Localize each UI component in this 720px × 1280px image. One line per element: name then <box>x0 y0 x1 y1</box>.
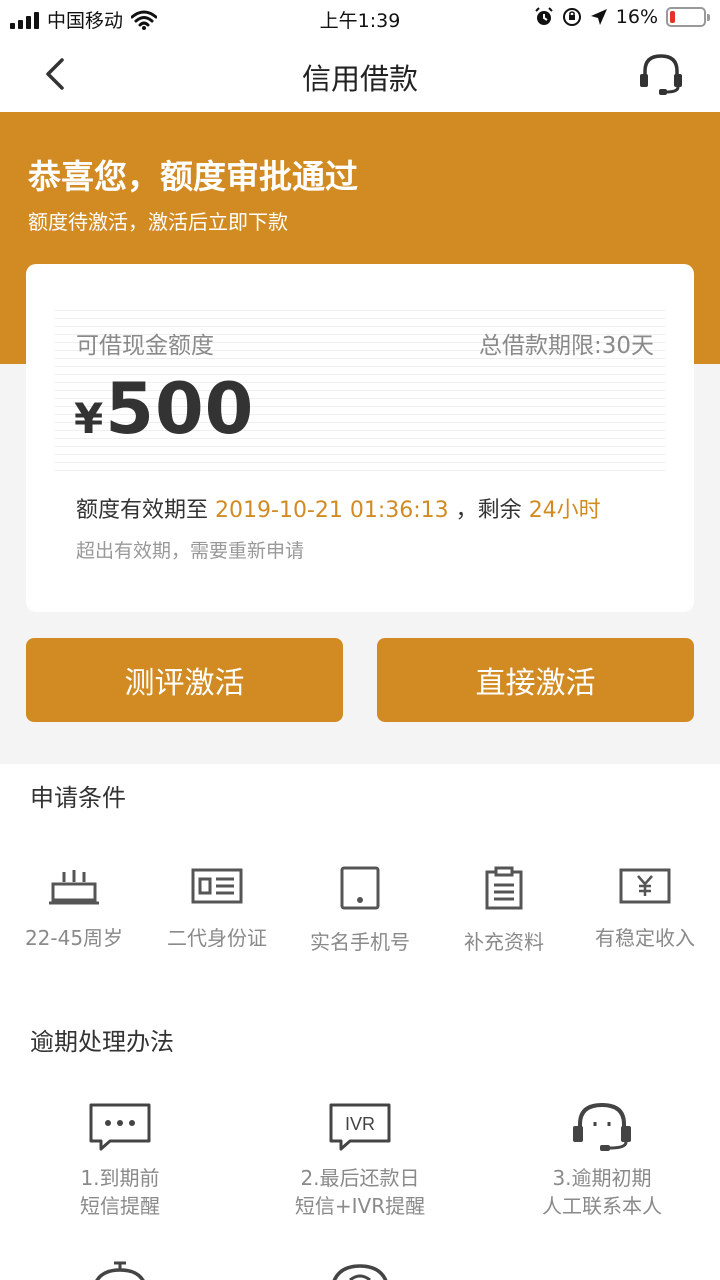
stopwatch-icon <box>95 1261 145 1280</box>
message-icon <box>89 1103 151 1151</box>
condition-label: 实名手机号 <box>310 930 410 954</box>
overdue-text: 1.到期前 短信提醒 <box>0 1164 240 1220</box>
cake-icon <box>49 870 99 905</box>
validity-date: 2019-10-21 01:36:13 <box>215 498 449 523</box>
overdue-line-1: 3.逾期初期 <box>552 1166 652 1190</box>
credit-card: 可借现金额度 总借款期限:30天 ¥ 500 额度有效期至 2019-10-21… <box>26 264 694 612</box>
overdue-line-2: 短信+IVR提醒 <box>294 1194 426 1218</box>
alarm-icon <box>535 7 553 25</box>
overdue-line-1: 1.到期前 <box>80 1166 160 1190</box>
location-icon <box>590 9 607 25</box>
condition-item: 二代身份证 <box>145 866 289 951</box>
overdue-list: 1.到期前 短信提醒 IVR 2.最后还款日 短信+IVR提醒 3.逾期初期 人… <box>0 1102 720 1222</box>
battery-percent: 16% <box>615 6 658 28</box>
validity-note: 超出有效期，需要重新申请 <box>76 540 305 562</box>
hero-title: 恭喜您，额度审批通过 <box>28 157 358 196</box>
conditions-list: 22-45周岁 二代身份证 实名手机号 补充资料 有稳定收入 <box>0 866 720 966</box>
overdue-list-continued <box>0 1256 720 1280</box>
loan-term: 总借款期限:30天 <box>478 333 654 359</box>
condition-label: 补充资料 <box>464 930 544 954</box>
battery-fill <box>670 11 676 23</box>
overdue-text: 3.逾期初期 人工联系本人 <box>482 1164 720 1220</box>
page: 中国移动 上午1:39 16% 信用借款 恭喜您，额度审批通过 额度待激活，激活… <box>0 0 720 1280</box>
validity-prefix: 额度有效期至 <box>76 498 209 523</box>
overdue-text: 2.最后还款日 短信+IVR提醒 <box>240 1164 480 1220</box>
page-title: 信用借款 <box>301 62 418 96</box>
overdue-title: 逾期处理办法 <box>30 1028 174 1056</box>
status-right: 16% <box>534 6 710 28</box>
rotation-lock-icon <box>562 8 581 26</box>
ivr-icon: IVR <box>329 1103 391 1151</box>
headset-icon <box>573 1102 631 1151</box>
condition-item: 有稳定收入 <box>573 866 717 951</box>
overdue-line-2: 短信提醒 <box>80 1194 160 1218</box>
validity-remaining: 24小时 <box>528 498 601 523</box>
amount-value: 500 <box>105 368 255 450</box>
blocked-icon <box>332 1264 388 1280</box>
overdue-item: 1.到期前 短信提醒 <box>0 1102 240 1220</box>
currency-symbol: ¥ <box>74 394 104 443</box>
hero-subtitle: 额度待激活，激活后立即下款 <box>28 210 288 234</box>
condition-item: 补充资料 <box>432 866 576 955</box>
credit-amount: ¥ 500 <box>74 368 254 450</box>
id-card-icon <box>191 868 243 904</box>
money-icon <box>619 868 671 904</box>
evaluate-activate-button[interactable]: 测评激活 <box>26 638 343 722</box>
ivr-icon-text: IVR <box>345 1114 375 1134</box>
condition-item: 实名手机号 <box>288 866 432 955</box>
overdue-item: 3.逾期初期 人工联系本人 <box>482 1102 720 1220</box>
direct-activate-button[interactable]: 直接激活 <box>377 638 694 722</box>
validity-mid: ，剩余 <box>455 498 522 523</box>
phone-icon <box>340 866 380 910</box>
nav-bar: 信用借款 <box>0 36 720 112</box>
headset-icon[interactable] <box>638 52 684 96</box>
status-bar: 中国移动 上午1:39 16% <box>0 0 720 36</box>
overdue-item: IVR 2.最后还款日 短信+IVR提醒 <box>240 1102 480 1220</box>
battery-icon <box>666 7 710 27</box>
condition-item: 22-45周岁 <box>2 866 146 951</box>
credit-label: 可借现金额度 <box>76 333 214 359</box>
condition-label: 二代身份证 <box>167 926 267 950</box>
overdue-line-2: 人工联系本人 <box>542 1194 662 1218</box>
clipboard-icon <box>485 866 523 910</box>
validity-text: 额度有效期至 2019-10-21 01:36:13 ，剩余 24小时 <box>76 492 601 524</box>
conditions-title: 申请条件 <box>30 784 126 812</box>
condition-label: 22-45周岁 <box>24 926 124 950</box>
overdue-line-1: 2.最后还款日 <box>300 1166 420 1190</box>
condition-label: 有稳定收入 <box>595 926 695 950</box>
